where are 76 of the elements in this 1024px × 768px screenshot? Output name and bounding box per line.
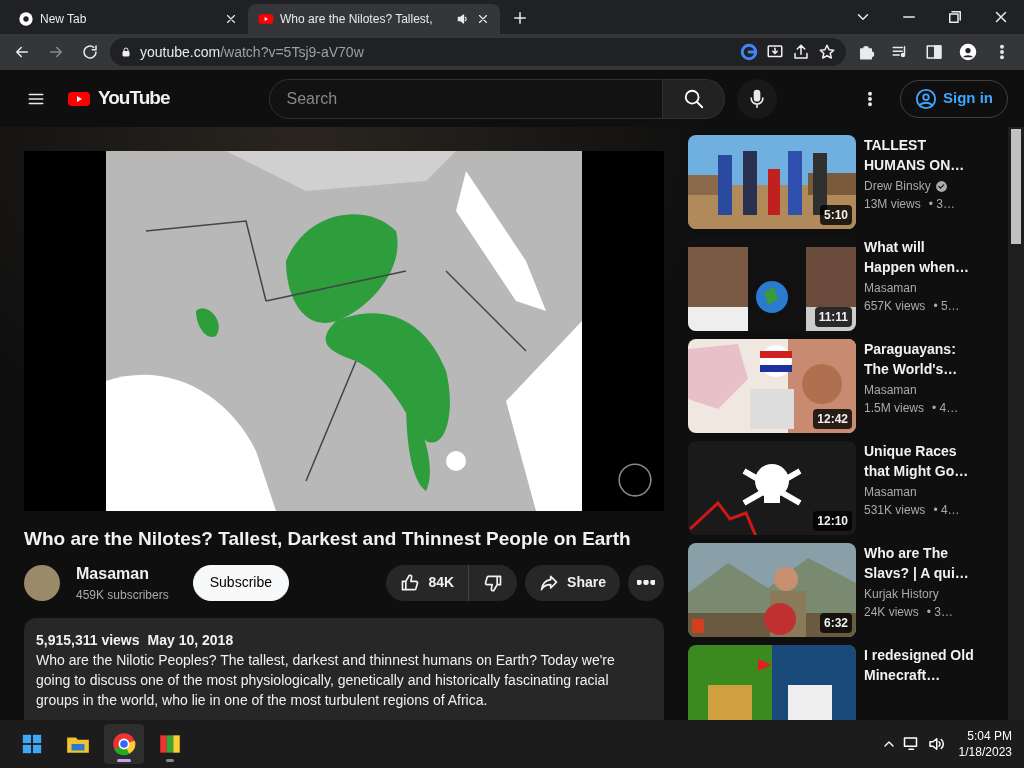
channel-name: Kurjak History [864,586,939,603]
upload-age: • 4… [932,400,959,417]
profile-icon[interactable] [959,43,977,61]
url-text: youtube.com/watch?v=5Tsj9-aV70w [140,42,364,62]
close-icon[interactable] [476,12,490,26]
more-button[interactable] [628,564,664,601]
user-icon [915,87,937,110]
watermark-icon [616,461,654,499]
video-title: Who are The Slavs? | A qui… [864,544,970,583]
close-icon[interactable] [224,12,238,26]
youtube-logo[interactable]: YouTube [64,84,170,113]
dislike-button[interactable] [469,564,518,601]
video-duration: 12:42 [813,409,852,429]
upload-age: • 5… [933,298,960,315]
view-count: 5,915,311 views [36,630,140,650]
google-icon[interactable] [740,43,758,61]
scrollbar[interactable] [1008,127,1024,720]
channel-name: Masaman [864,484,917,501]
video-title: Who are the Nilotes? Tallest, Darkest and Thinnest People on Earth [24,527,632,551]
side-panel-icon[interactable] [925,43,943,61]
view-count: 1.5M views [864,400,925,417]
subscribe-button[interactable]: Subscribe [192,564,289,601]
video-duration: 6:32 [819,613,852,633]
share-button[interactable]: Share [525,564,620,601]
view-count: 657K views [864,298,926,315]
taskbar-app[interactable] [104,724,144,764]
video-duration: 5:10 [819,205,852,225]
upload-age: • 3… [928,196,955,213]
video-card[interactable]: 12:42 Paraguayans: The World's… Masaman 1.5M views • 4… [688,339,988,433]
description-text: Who are the Nilotic Peoples? The tallest, darkest and thinnest humans on Earth? Today we're going to discuss one of the most physiologically, genetically and historically fascinating racial groups in the world, who lie in one of the most turbulent regions of Africa. [36,650,616,710]
lock-icon [120,46,132,58]
view-count: 531K views [864,502,926,519]
avatar[interactable] [24,564,60,601]
search-icon[interactable] [682,87,705,110]
video-duration: 12:10 [813,511,852,531]
thumbs-up-icon [400,572,421,593]
thumbs-down-icon [483,572,504,593]
video-card[interactable]: 5:10 TALLEST HUMANS ON… Drew Binsky 13M views • 3… [688,135,988,229]
video-title: TALLEST HUMANS ON… [864,136,966,175]
more-icon [637,580,655,585]
volume-icon[interactable] [926,735,945,753]
upload-age: • 3… [926,604,953,621]
channel-name: Masaman [864,280,917,297]
channel-name: Masaman [864,382,917,399]
upload-date: May 10, 2018 [147,630,234,650]
clock[interactable]: 5:04 PM 1/18/2023 [958,728,1012,760]
view-count: 24K views [864,604,919,621]
video-title: What will Happen when… [864,238,970,277]
restore-icon[interactable] [946,8,964,26]
channel-name[interactable]: Masaman [76,561,169,586]
upload-age: • 4… [933,502,960,519]
video-title: Unique Races that Might Go… [864,442,970,481]
video-title: I redesigned Old Minecraft… [864,646,975,685]
star-icon[interactable] [818,43,836,61]
new-tab-icon[interactable] [511,9,529,27]
video-duration: 11:11 [814,307,852,327]
share-icon[interactable] [792,43,810,61]
video-player[interactable] [24,151,664,511]
video-card[interactable]: 11:11 What will Happen when… Masaman 657K views • 5… [688,237,988,331]
video-card[interactable]: 6:32 Who are The Slavs? | A qui… Kurjak History 24K views • 3… [688,543,988,637]
browser-tab[interactable]: Who are the Nilotes? Tallest, [248,4,500,34]
view-count: 13M views [864,196,921,213]
scrollbar-thumb[interactable] [1011,129,1021,244]
youtube-icon [258,11,274,27]
reload-icon[interactable] [81,43,99,61]
address-bar[interactable]: youtube.com/watch?v=5Tsj9-aV70w [110,38,846,66]
subscriber-count: 459K subscribers [76,586,169,604]
search-field[interactable]: Search [269,78,664,119]
like-button[interactable]: 84K [386,564,470,601]
channel-name: Drew Binsky [864,178,931,195]
clock-time: 5:04 PM [966,728,1012,744]
browser-tab[interactable]: New Tab [8,4,248,34]
description-panel[interactable] [24,617,664,720]
video-card[interactable]: 12:10 Unique Races that Might Go… Masaman 531K views • 4… [688,441,988,535]
video-title: Paraguayans: The World's… [864,340,959,379]
clock-date: 1/18/2023 [958,744,1012,760]
